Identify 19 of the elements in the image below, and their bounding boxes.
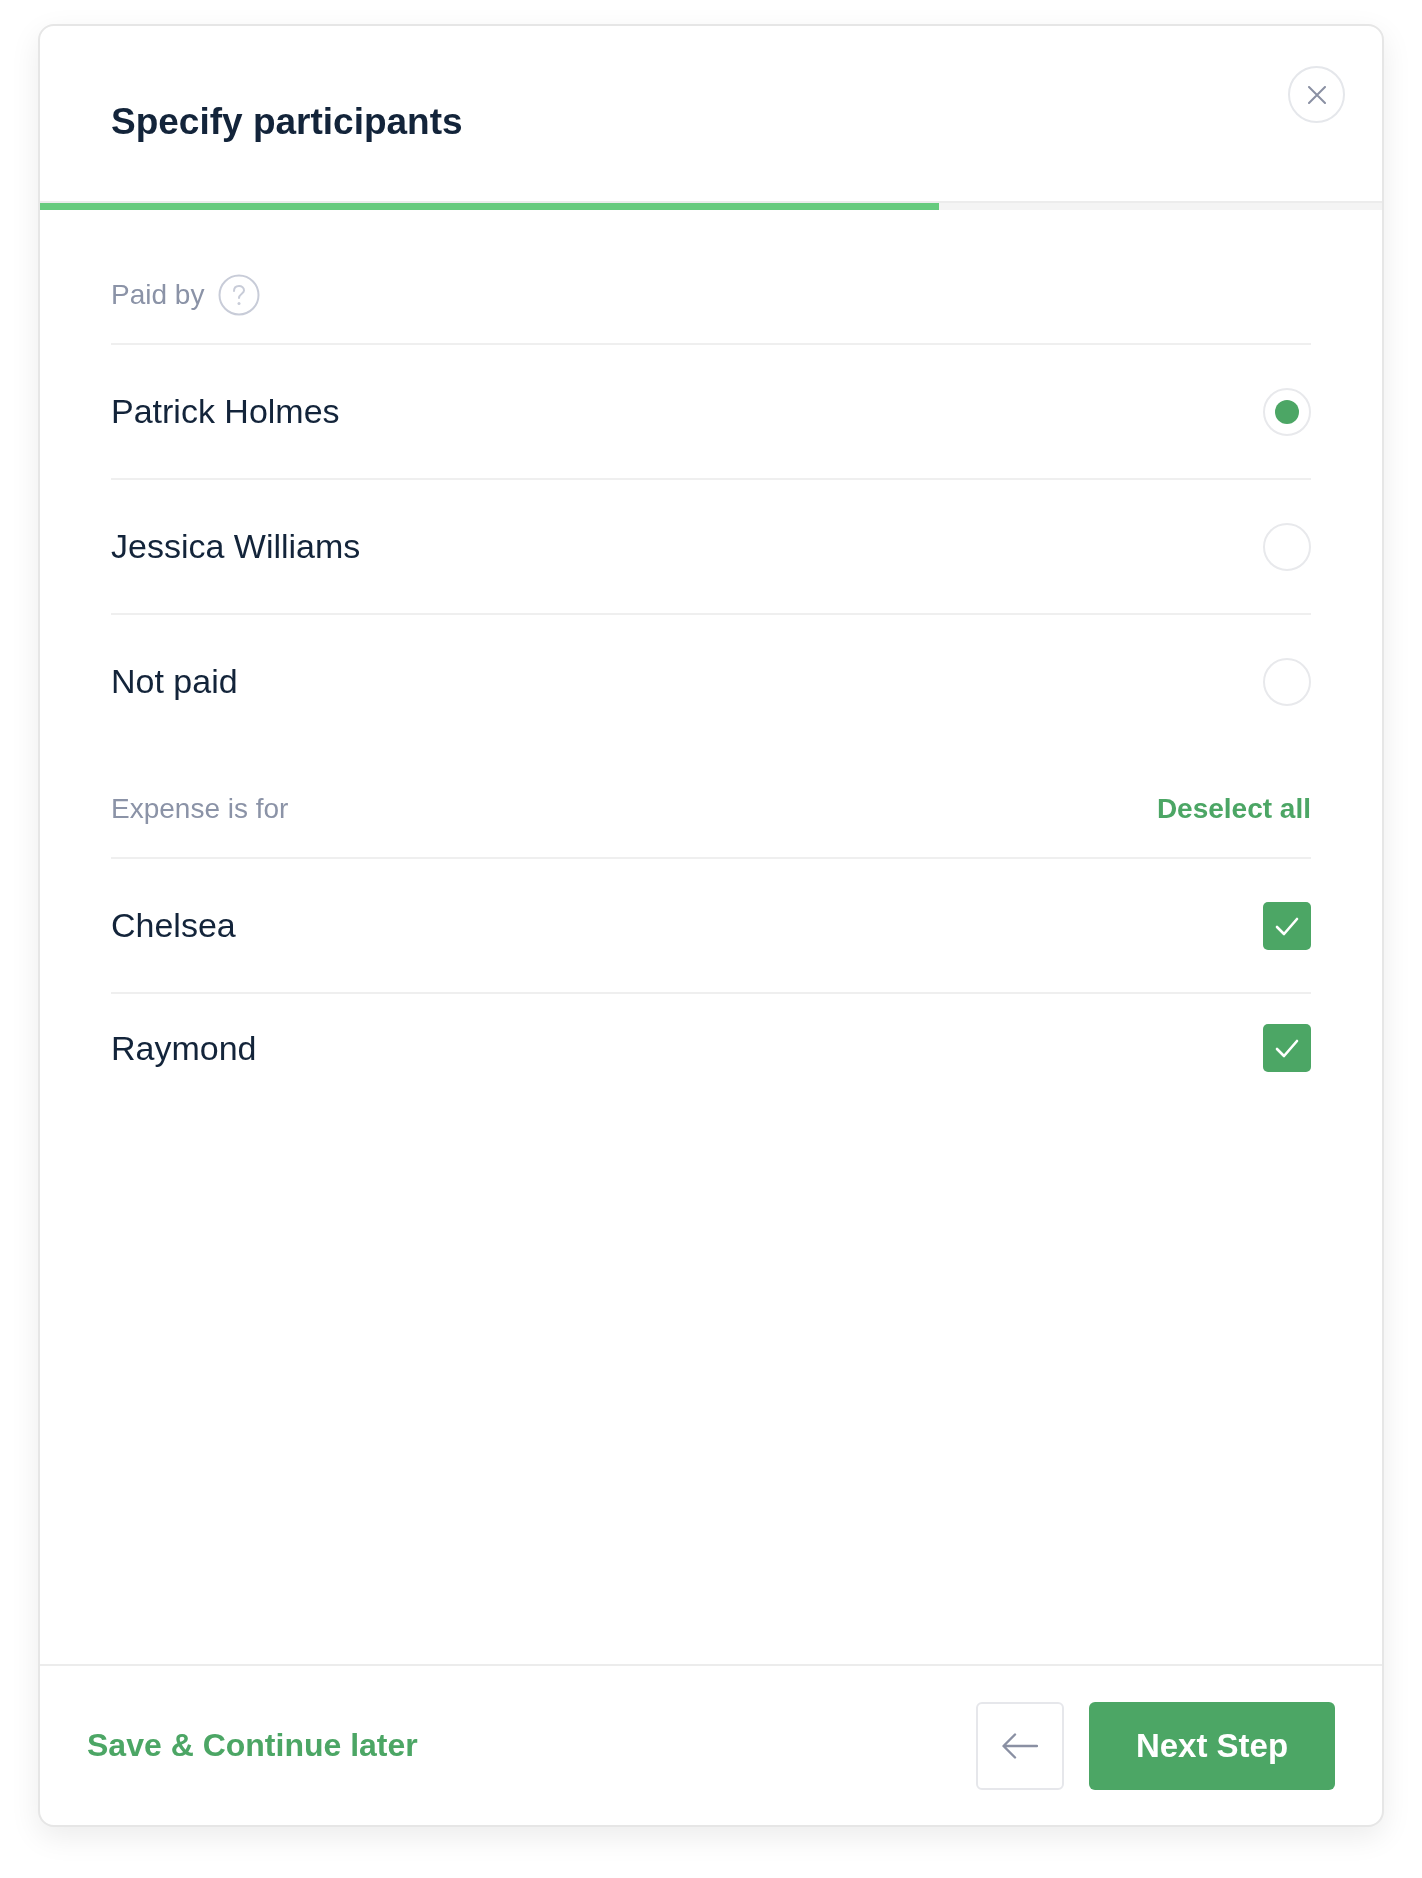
payer-name: Jessica Williams: [111, 527, 361, 566]
save-continue-link[interactable]: Save & Continue later: [87, 1727, 418, 1764]
radio-button[interactable]: [1263, 387, 1311, 436]
section-label: Paid by: [111, 279, 205, 311]
checkbox-checked[interactable]: [1263, 1024, 1311, 1072]
close-button[interactable]: [1288, 66, 1345, 123]
next-step-button[interactable]: Next Step: [1089, 1701, 1335, 1790]
participant-name: Chelsea: [111, 906, 236, 945]
help-icon[interactable]: [218, 274, 261, 316]
participant-name: Raymond: [111, 1028, 257, 1068]
checkbox-checked[interactable]: [1263, 901, 1311, 950]
payer-name: Patrick Holmes: [111, 392, 340, 431]
section-label: Expense is for: [111, 793, 289, 825]
dialog-title: Specify participants: [111, 100, 463, 144]
back-button[interactable]: [976, 1701, 1064, 1790]
close-icon: [1307, 85, 1326, 104]
deselect-all-link[interactable]: Deselect all: [1156, 793, 1311, 825]
arrow-left-icon: [1002, 1732, 1038, 1759]
payer-name: Not paid: [111, 662, 238, 701]
